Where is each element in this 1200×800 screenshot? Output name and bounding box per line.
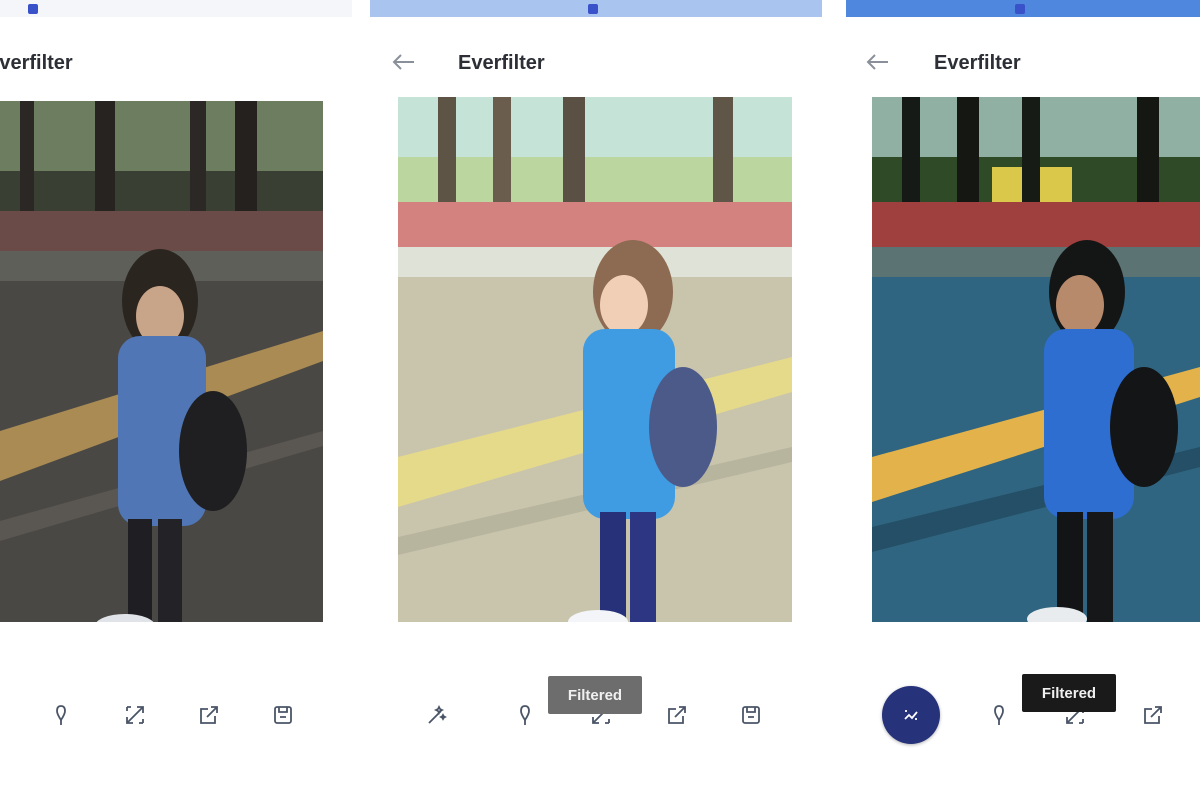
app-title: Everfilter (458, 52, 545, 74)
tooltip-filtered: Filtered (548, 676, 642, 714)
save-button[interactable] (734, 698, 768, 732)
app-status-icon (588, 3, 598, 14)
app-title: Everfilter (934, 52, 1021, 74)
save-icon (274, 706, 292, 724)
app-bar: Everfilter (370, 40, 822, 86)
panel-filtered-light: Everfilter Filtered (370, 0, 822, 800)
pin-icon (56, 705, 66, 725)
crop-icon (126, 706, 144, 724)
tooltip-filtered: Filtered (1022, 674, 1116, 712)
photo-filtered-pastel (398, 97, 792, 622)
status-bar (370, 0, 822, 17)
save-icon (742, 706, 760, 724)
bottom-toolbar (0, 684, 352, 744)
share-icon (668, 706, 686, 724)
photo-filtered-teal (872, 97, 1200, 622)
magic-button[interactable] (420, 698, 454, 732)
app-bar: Everfilter (846, 40, 1200, 86)
screenshot-collage: Everfilter (0, 0, 1200, 800)
sticker-button[interactable] (982, 698, 1016, 732)
back-arrow-icon[interactable] (390, 50, 418, 74)
share-button[interactable] (660, 698, 694, 732)
magic-wand-icon (428, 704, 447, 724)
app-bar: Everfilter (0, 40, 352, 86)
status-bar (0, 0, 352, 17)
pin-icon (520, 705, 530, 725)
share-icon (1144, 706, 1162, 724)
panel-filtered-dark: Everfilter Filtered (846, 0, 1200, 800)
status-bar (846, 0, 1200, 17)
pin-icon (994, 705, 1004, 725)
photo-original (0, 101, 323, 622)
app-title: Everfilter (0, 52, 73, 74)
panel-original: Everfilter (0, 0, 352, 800)
share-icon (200, 706, 218, 724)
share-button[interactable] (1136, 698, 1170, 732)
filter-fab-button[interactable] (882, 686, 940, 744)
back-arrow-icon[interactable] (864, 50, 892, 74)
crop-button[interactable] (118, 698, 152, 732)
filter-fab-icon (904, 710, 918, 720)
app-status-icon (28, 3, 38, 14)
app-status-icon (1015, 3, 1025, 14)
save-button[interactable] (266, 698, 300, 732)
sticker-button[interactable] (508, 698, 542, 732)
sticker-button[interactable] (44, 698, 78, 732)
share-button[interactable] (192, 698, 226, 732)
